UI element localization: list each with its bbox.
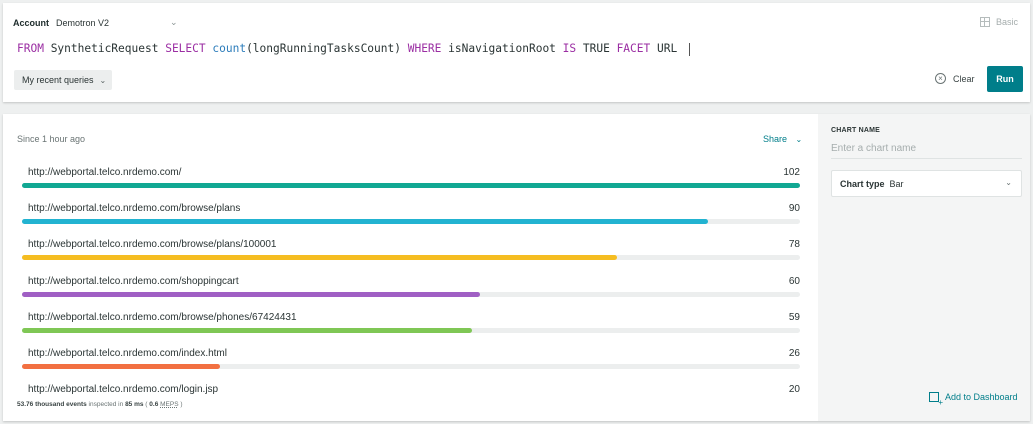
- dashboard-add-icon: [929, 392, 943, 407]
- bar-row[interactable]: http://webportal.telco.nrdemo.com/shoppi…: [22, 276, 800, 312]
- bar-row[interactable]: http://webportal.telco.nrdemo.com/index.…: [22, 348, 800, 384]
- clear-label: Clear: [953, 73, 975, 84]
- bar-value: 26: [788, 348, 800, 359]
- query-token: IS: [562, 42, 577, 55]
- bar-label: http://webportal.telco.nrdemo.com/browse…: [28, 311, 297, 323]
- bar-row[interactable]: http://webportal.telco.nrdemo.com/browse…: [22, 203, 800, 239]
- basic-mode-icon: [979, 17, 990, 27]
- bar-label: http://webportal.telco.nrdemo.com/browse…: [28, 239, 277, 251]
- chevron-down-icon[interactable]: ⌄: [170, 17, 178, 28]
- recent-queries-label: My recent queries: [22, 75, 94, 85]
- query-token: SELECT: [165, 42, 206, 55]
- clear-icon: ×: [935, 73, 946, 84]
- text-cursor: [689, 42, 691, 56]
- recent-queries-button[interactable]: My recent queries ⌄: [14, 70, 112, 90]
- results-panel: Since 1 hour ago Share ⌄ http://webporta…: [3, 114, 1030, 421]
- meps-label: MEPS: [160, 401, 179, 408]
- chart-type-value: Bar: [889, 178, 904, 189]
- bar-track: [22, 255, 800, 261]
- bar[interactable]: [22, 255, 617, 261]
- share-label: Share: [763, 134, 788, 144]
- account-selector[interactable]: Account Demotron V2: [13, 18, 109, 28]
- events-count: 53.76 thousand events: [17, 401, 87, 408]
- bar-track: [22, 327, 800, 333]
- query-token: SyntheticRequest: [43, 42, 166, 55]
- basic-mode-toggle[interactable]: Basic: [979, 17, 1018, 27]
- account-value: Demotron V2: [56, 18, 110, 28]
- bar-label: http://webportal.telco.nrdemo.com/login.…: [28, 384, 219, 396]
- chart-name-label: CHART NAME: [831, 127, 881, 134]
- chart-settings-sidebar: CHART NAME Chart type Bar ⌄ Add to Dashb…: [818, 114, 1030, 421]
- query-token: TRUE: [576, 42, 617, 55]
- chart-name-input[interactable]: [831, 139, 1022, 159]
- bar-value: 20: [788, 384, 800, 396]
- query-token: isNavigationRoot: [441, 42, 563, 55]
- bar-label: http://webportal.telco.nrdemo.com/: [28, 167, 182, 178]
- add-to-dashboard-button[interactable]: Add to Dashboard: [929, 392, 1018, 407]
- chart-type-select[interactable]: Chart type Bar ⌄: [831, 170, 1022, 197]
- bar[interactable]: [22, 219, 709, 225]
- bar-row[interactable]: http://webportal.telco.nrdemo.com/102: [22, 167, 800, 203]
- inspected-in-text: inspected in: [88, 401, 124, 408]
- bar[interactable]: [22, 364, 221, 369]
- bar-label: http://webportal.telco.nrdemo.com/index.…: [28, 348, 227, 359]
- time-range-label: Since 1 hour ago: [17, 134, 86, 144]
- bar-track: [22, 219, 800, 225]
- nrql-query-editor[interactable]: FROM SyntheticRequest SELECT count(longR…: [17, 42, 691, 56]
- account-label: Account: [13, 18, 49, 28]
- bar-chart: http://webportal.telco.nrdemo.com/102 htt…: [22, 167, 800, 397]
- chevron-down-icon: ⌄: [1005, 178, 1012, 187]
- bar-value: 102: [783, 167, 800, 178]
- chevron-down-icon: ⌄: [795, 135, 803, 144]
- basic-mode-label: Basic: [995, 17, 1018, 27]
- bar-row[interactable]: http://webportal.telco.nrdemo.com/login.…: [22, 384, 800, 397]
- bar-label: http://webportal.telco.nrdemo.com/browse…: [28, 203, 241, 215]
- bar-track: [22, 291, 800, 297]
- add-to-dashboard-label: Add to Dashboard: [945, 392, 1018, 402]
- query-token: count: [212, 42, 247, 55]
- bar-value: 78: [788, 239, 800, 251]
- bar-track: [22, 183, 800, 188]
- query-token: WHERE: [407, 42, 442, 55]
- query-stats: 53.76 thousand events inspected in 85 ms…: [17, 401, 187, 408]
- query-duration: 85 ms: [125, 401, 144, 408]
- chart-type-label: Chart type: [840, 178, 885, 189]
- bar[interactable]: [22, 327, 473, 333]
- bar-row[interactable]: http://webportal.telco.nrdemo.com/browse…: [22, 312, 800, 348]
- share-button[interactable]: Share ⌄: [763, 134, 802, 144]
- query-token: URL: [650, 42, 678, 55]
- query-token: FROM: [17, 42, 44, 55]
- query-token: FACET: [616, 42, 651, 55]
- chart-area: Since 1 hour ago Share ⌄ http://webporta…: [3, 114, 818, 421]
- query-panel: Account Demotron V2 ⌄ Basic FROM Synthet…: [3, 3, 1030, 102]
- bar-value: 60: [788, 275, 800, 287]
- bar[interactable]: [22, 291, 480, 297]
- bar-label: http://webportal.telco.nrdemo.com/shoppi…: [28, 275, 239, 287]
- bar-row[interactable]: http://webportal.telco.nrdemo.com/browse…: [22, 239, 800, 275]
- clear-button[interactable]: × Clear: [935, 73, 975, 84]
- run-button[interactable]: Run: [987, 66, 1023, 92]
- bar-track: [22, 364, 800, 369]
- bar-value: 59: [788, 311, 800, 323]
- meps-value: 0.6: [149, 401, 159, 408]
- bar[interactable]: [22, 183, 800, 188]
- bar-value: 90: [788, 203, 800, 215]
- chevron-down-icon: ⌄: [99, 75, 107, 85]
- query-token: (longRunningTasksCount): [246, 42, 408, 55]
